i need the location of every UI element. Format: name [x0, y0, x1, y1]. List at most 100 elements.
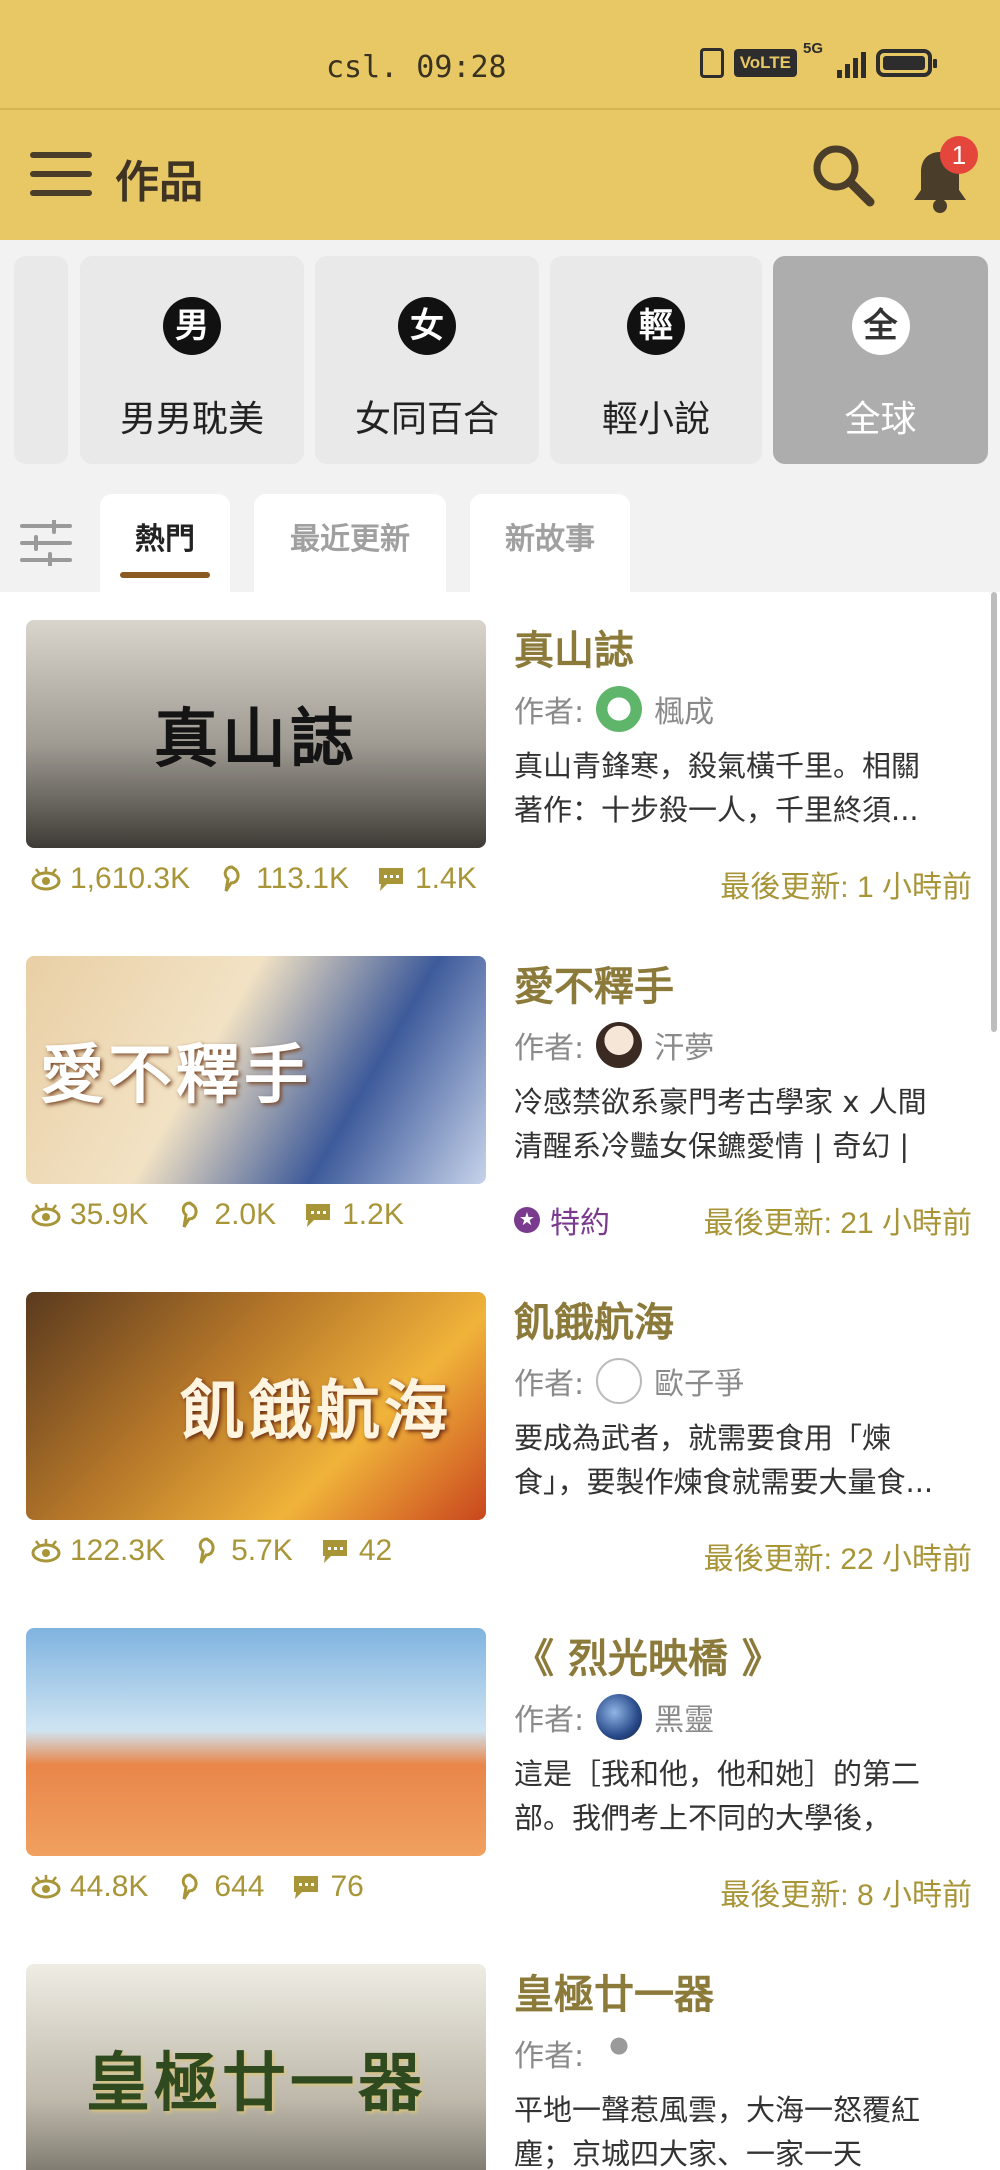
story-cover[interactable]: [26, 1628, 486, 1856]
story-description: 平地一聲惹風雲，大海一怒覆紅塵；京城四大家、一家一天下。...: [514, 2093, 921, 2170]
author-row: 作者: 楓成: [514, 684, 714, 734]
author-label: 作者:: [514, 1703, 585, 1738]
star-icon: ★: [514, 1207, 540, 1233]
story-title[interactable]: 《 烈光映橋 》: [514, 1626, 782, 1684]
story-description: 冷感禁欲系豪門考古學家 x 人間清醒系冷豔女保鑣愛情 | 奇幻 | ...: [514, 1085, 927, 1163]
cover-title: 真山誌: [154, 702, 358, 777]
story-card[interactable]: 愛不釋手 愛不釋手 作者: 汗夢 冷感禁欲系豪門考古學家 x 人間清醒系冷豔女保…: [0, 928, 1000, 1264]
author-name[interactable]: 楓成: [654, 687, 714, 731]
likes-count: 113.1K: [256, 862, 349, 895]
story-title[interactable]: 真山誌: [514, 618, 634, 676]
avatar[interactable]: [596, 686, 643, 732]
category-glyph: 輕: [627, 297, 685, 355]
avatar[interactable]: [596, 1694, 643, 1740]
story-description: 真山青鋒寒，殺氣橫千里。相關著作：十步殺一人，千里終須...: [514, 749, 921, 827]
app-header: 作品 1: [0, 108, 1000, 240]
story-stats: 44.8K 644 76: [30, 1870, 364, 1904]
story-cover[interactable]: 飢餓航海: [26, 1292, 486, 1520]
battery-icon: [876, 49, 937, 77]
category-label: 男男耽美: [119, 399, 264, 440]
comments-icon: [378, 868, 403, 891]
category-light-novel[interactable]: 輕 輕小說: [550, 256, 762, 464]
views-icon: [31, 1875, 61, 1899]
story-title[interactable]: 飢餓航海: [514, 1290, 674, 1348]
likes-icon: [198, 1537, 215, 1564]
story-list: 真山誌 真山誌 作者: 楓成 真山青鋒寒，殺氣橫千里。相關著作：十步殺一人，千里…: [0, 592, 1000, 2170]
story-cover[interactable]: 真山誌: [26, 620, 486, 848]
likes-icon: [223, 865, 240, 892]
tab-bar: 熱門 最近更新 新故事: [0, 480, 1000, 592]
views-icon: [31, 1539, 61, 1563]
category-glyph: 全: [851, 297, 910, 355]
notification-bell-icon[interactable]: 1: [904, 136, 978, 220]
status-icons: VoLTE 5G: [699, 40, 937, 78]
filter-icon[interactable]: [20, 518, 72, 568]
cover-title: 愛不釋手: [40, 1038, 312, 1113]
category-global[interactable]: 全 全球: [773, 256, 988, 464]
tab-new-stories[interactable]: 新故事: [470, 494, 630, 592]
story-cover[interactable]: 皇極廿一器: [26, 1964, 486, 2170]
category-label: 女同百合: [354, 399, 499, 440]
category-strip: 男 男男耽美 女 女同百合 輕 輕小說 全 全球: [0, 240, 1000, 480]
author-row: 作者: 歐子爭: [514, 1356, 744, 1406]
comments-count: 42: [358, 1534, 393, 1567]
author-name[interactable]: 黑靈: [654, 1695, 714, 1739]
avatar[interactable]: [596, 1358, 643, 1404]
story-stats: 122.3K 5.7K 42: [30, 1534, 392, 1568]
last-updated: 最後更新: 1 小時前: [720, 871, 972, 904]
vibrate-icon: [699, 48, 724, 78]
category-glyph: 男: [163, 297, 221, 355]
story-card[interactable]: 皇極廿一器 皇極廿一器 作者: 平地一聲惹風雲，大海一怒覆紅塵；京城四大家、一家…: [0, 1936, 1000, 2170]
comments-icon: [322, 1540, 347, 1563]
status-time: csl. 09:28: [326, 50, 507, 85]
story-card[interactable]: 真山誌 真山誌 作者: 楓成 真山青鋒寒，殺氣橫千里。相關著作：十步殺一人，千里…: [0, 592, 1000, 928]
contract-label: 特約: [550, 1206, 610, 1241]
category-partial[interactable]: [14, 256, 68, 464]
story-stats: 1,610.3K 113.1K 1.4K: [30, 862, 477, 896]
author-row: 作者: 汗夢: [514, 1020, 714, 1070]
category-gl[interactable]: 女 女同百合: [315, 256, 539, 464]
comments-icon: [306, 1204, 331, 1227]
story-cover[interactable]: 愛不釋手: [26, 956, 486, 1184]
comments-count: 1.2K: [342, 1198, 404, 1231]
network-type: 5G: [803, 40, 824, 57]
story-stats: 35.9K 2.0K 1.2K: [30, 1198, 404, 1232]
author-name[interactable]: 汗夢: [654, 1023, 714, 1067]
story-description: 要成為武者，就需要食用「煉食」，要製作煉食就需要大量食...: [514, 1421, 934, 1499]
likes-count: 644: [214, 1870, 265, 1903]
views-count: 35.9K: [70, 1198, 149, 1231]
signal-icon: 5G: [803, 40, 866, 78]
likes-count: 5.7K: [231, 1534, 293, 1567]
comments-count: 1.4K: [414, 862, 477, 895]
story-title[interactable]: 皇極廿一器: [514, 1962, 714, 2020]
author-label: 作者:: [514, 695, 585, 730]
contract-badge: ★ 特約: [514, 1198, 610, 1242]
volte-icon: VoLTE: [733, 49, 797, 77]
author-row: 作者:: [514, 2028, 654, 2078]
views-icon: [31, 867, 61, 891]
last-updated: 最後更新: 21 小時前: [703, 1207, 972, 1240]
views-count: 44.8K: [70, 1870, 149, 1903]
author-label: 作者:: [514, 1031, 585, 1066]
last-updated: 最後更新: 22 小時前: [703, 1543, 972, 1576]
category-glyph: 女: [398, 297, 456, 355]
status-bar: csl. 09:28 VoLTE 5G: [0, 0, 1000, 108]
author-name[interactable]: 歐子爭: [654, 1359, 744, 1403]
search-icon[interactable]: [810, 142, 876, 208]
story-card[interactable]: 飢餓航海 飢餓航海 作者: 歐子爭 要成為武者，就需要食用「煉食」，要製作煉食就…: [0, 1264, 1000, 1600]
likes-icon: [182, 1873, 198, 1900]
author-label: 作者:: [514, 2039, 585, 2074]
story-description: 這是［我和他，他和她］的第二部。我們考上不同的大學後，光...: [514, 1757, 921, 1835]
avatar[interactable]: [596, 1022, 643, 1068]
story-title[interactable]: 愛不釋手: [514, 954, 674, 1012]
story-card[interactable]: 《 烈光映橋 》 作者: 黑靈 這是［我和他，他和她］的第二部。我們考上不同的大…: [0, 1600, 1000, 1936]
tab-recently-updated[interactable]: 最近更新: [254, 494, 446, 592]
avatar[interactable]: [596, 2030, 643, 2076]
author-label: 作者:: [514, 1367, 585, 1402]
views-count: 1,610.3K: [70, 862, 191, 895]
category-bl[interactable]: 男 男男耽美: [80, 256, 304, 464]
category-label: 全球: [844, 399, 917, 440]
menu-icon[interactable]: [30, 152, 92, 196]
likes-count: 2.0K: [214, 1198, 277, 1231]
tab-hot[interactable]: 熱門: [100, 494, 230, 592]
